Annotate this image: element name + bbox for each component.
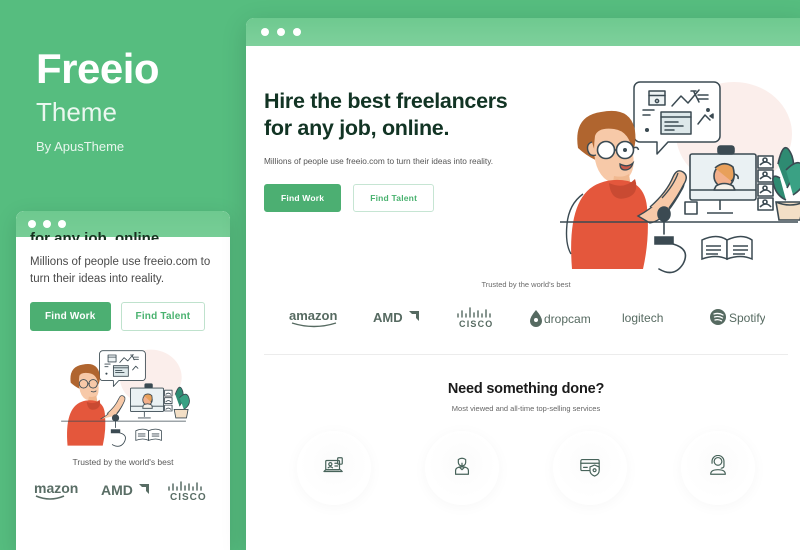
minimize-dot[interactable] [277, 28, 285, 36]
amd-logo: AMD [373, 307, 421, 332]
amd-logo: AMD [101, 480, 153, 505]
hero-illustration [552, 64, 800, 274]
svg-text:amazon: amazon [289, 308, 337, 323]
cisco-logo: CISCO [452, 305, 498, 334]
trusted-by-section: Trusted by the world's best amazon AMD C… [246, 274, 800, 355]
trusted-label: Trusted by the world's best [481, 280, 571, 289]
amazon-logo: amazon [288, 306, 342, 333]
page-title: Hire the best freelancers for any job, o… [264, 88, 554, 142]
freelancer-person-icon [451, 455, 473, 482]
service-card-secure-payment[interactable] [553, 431, 627, 505]
service-card-choose-freelancer[interactable] [425, 431, 499, 505]
brand-subtitle: Theme [36, 97, 117, 127]
hero-heading-line2: for any job, online. [264, 116, 450, 140]
maximize-dot[interactable] [293, 28, 301, 36]
browser-viewport: Hire the best freelancers for any job, o… [246, 46, 800, 550]
mini-find-talent-button[interactable]: Find Talent [120, 302, 206, 331]
find-work-button[interactable]: Find Work [264, 184, 342, 212]
service-card-support[interactable] [681, 431, 755, 505]
mini-hero-buttons: Find Work Find Talent [30, 302, 216, 331]
svg-text:AMD: AMD [101, 482, 133, 498]
hero-subtitle: Millions of people use freeio.com to tur… [264, 156, 494, 166]
spotify-logo: Spotify [709, 307, 765, 332]
mini-trusted-label: Trusted by the world's best [72, 457, 174, 467]
services-subtitle: Most viewed and all-time top-selling ser… [451, 404, 601, 413]
mini-logos-row: mazon AMD CISCO [30, 479, 216, 506]
services-heading: Need something done? [447, 381, 605, 397]
svg-text:logitech: logitech [622, 311, 663, 325]
hero-heading-line1: Hire the best freelancers [264, 89, 508, 113]
service-card-post-job[interactable] [297, 431, 371, 505]
mini-clipped-heading: for any job, online. [30, 230, 164, 240]
amazon-logo: mazon [32, 480, 90, 505]
svg-text:CISCO: CISCO [170, 492, 207, 501]
svg-text:dropcam: dropcam [544, 312, 591, 326]
svg-text:AMD: AMD [373, 310, 403, 325]
brand-author: By ApusTheme [36, 139, 125, 154]
find-talent-button[interactable]: Find Talent [353, 184, 435, 212]
hero-section: Hire the best freelancers for any job, o… [246, 46, 800, 274]
brand-block: Freeio Theme By ApusTheme [36, 46, 236, 156]
headset-support-icon [707, 454, 729, 482]
logitech-logo: logitech [622, 308, 678, 331]
minimize-dot[interactable] [43, 220, 51, 228]
close-dot[interactable] [261, 28, 269, 36]
main-browser-window: Hire the best freelancers for any job, o… [246, 18, 800, 550]
mini-hero-illustration [30, 339, 216, 451]
cisco-logo: CISCO [164, 479, 214, 506]
svg-text:CISCO: CISCO [459, 319, 494, 329]
dropcam-logo: dropcam [529, 307, 591, 332]
close-dot[interactable] [28, 220, 36, 228]
svg-text:mazon: mazon [34, 480, 78, 496]
mini-find-work-button[interactable]: Find Work [30, 302, 111, 331]
maximize-dot[interactable] [58, 220, 66, 228]
mini-hero-subtitle: Millions of people use freeio.com to tur… [30, 256, 211, 285]
svg-text:Spotify: Spotify [729, 311, 765, 325]
services-row [246, 413, 800, 505]
page-root: Freeio Theme By ApusTheme for any job, o… [0, 0, 800, 550]
left-brand-panel: Freeio Theme By ApusTheme for any job, o… [0, 0, 240, 550]
mini-window-body: for any job, online. Millions of people … [16, 230, 230, 550]
mini-browser-window: for any job, online. Millions of people … [16, 211, 230, 550]
secure-payment-card-icon [579, 455, 601, 482]
services-section: Need something done? Most viewed and all… [246, 355, 800, 505]
brand-logos-row: amazon AMD CISCO dropcam logitech Spotif… [246, 289, 800, 334]
laptop-profile-icon [323, 455, 345, 482]
browser-chrome-bar [246, 18, 800, 46]
brand-title: Freeio [36, 45, 160, 92]
